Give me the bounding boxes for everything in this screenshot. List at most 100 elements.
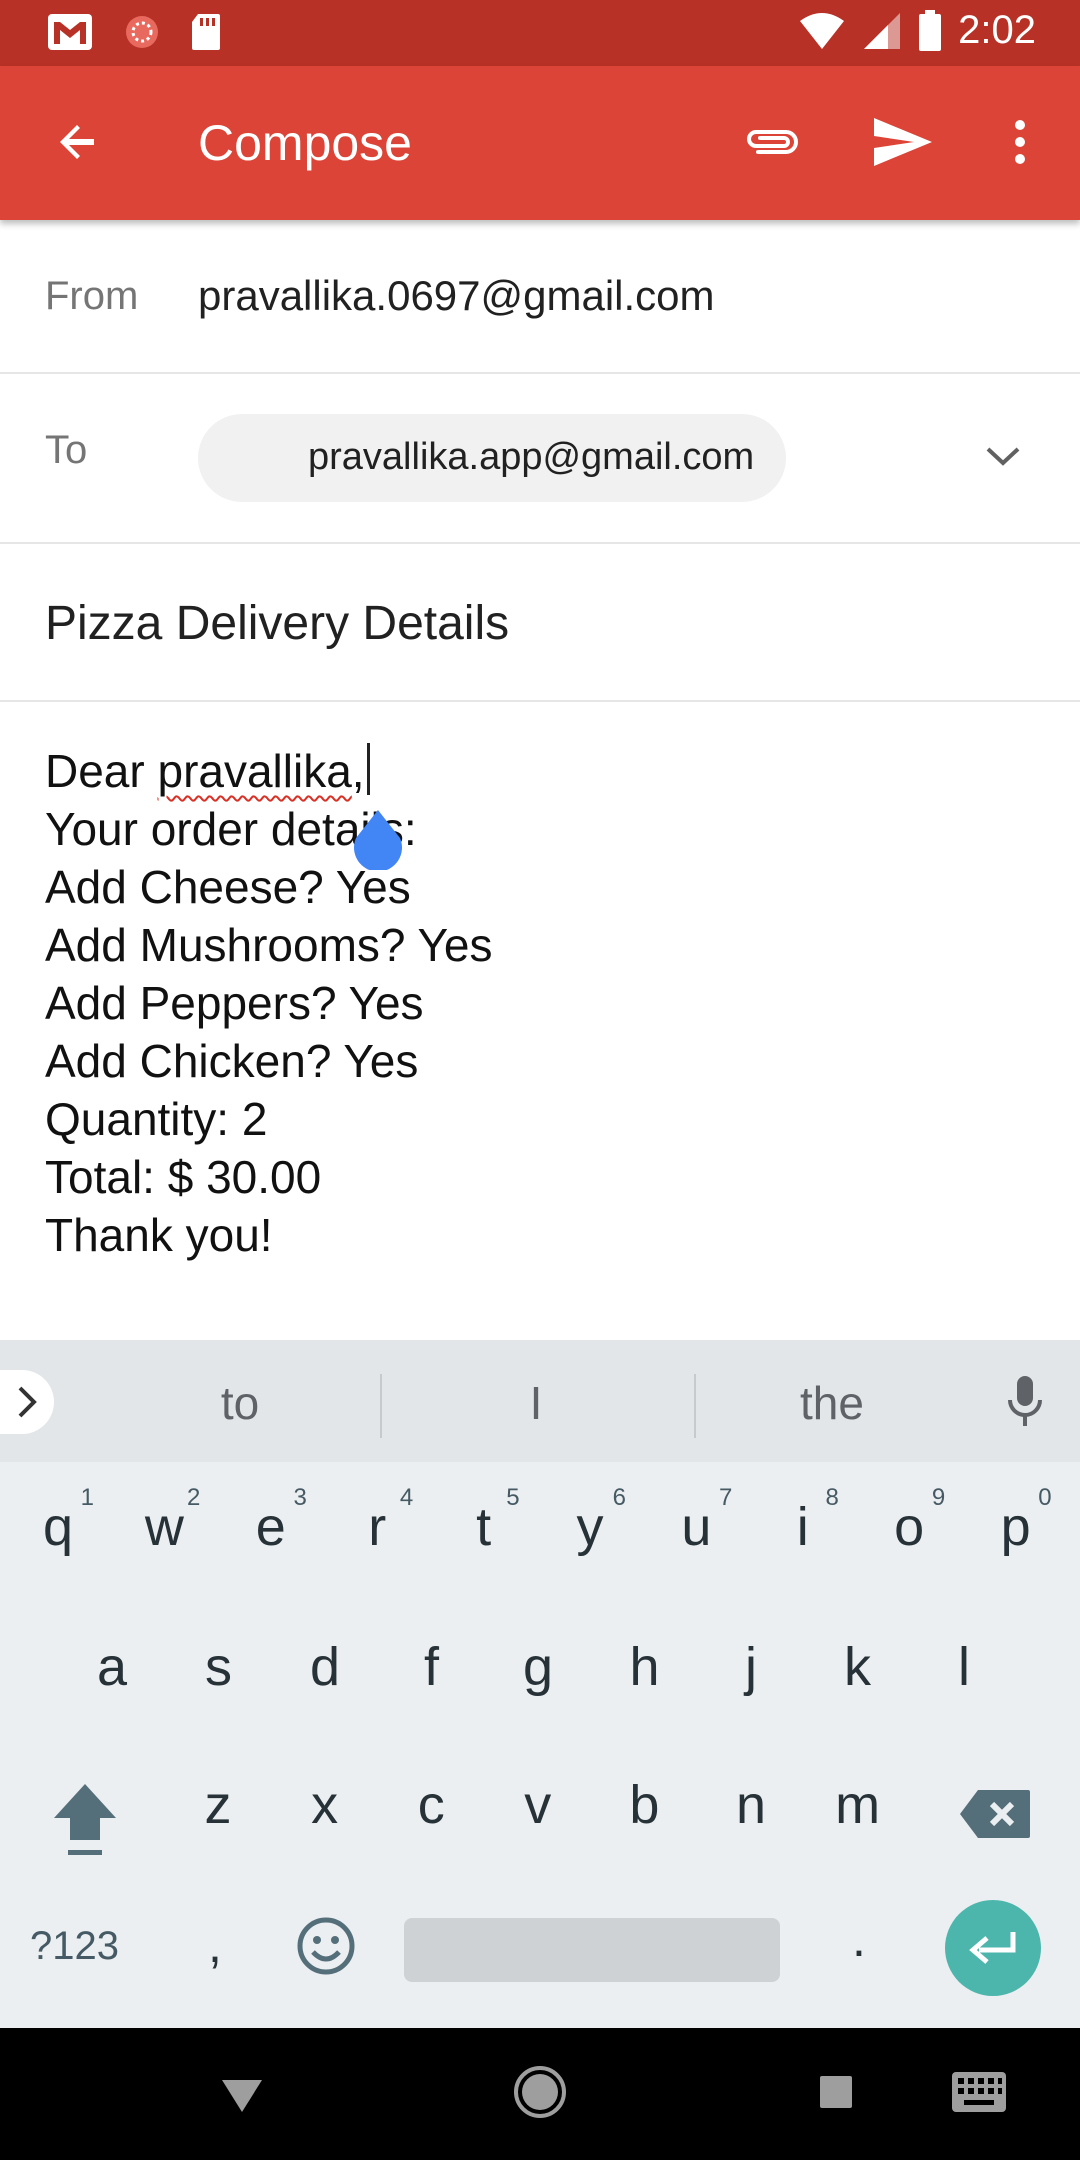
- key-k[interactable]: k: [808, 1602, 908, 1732]
- nav-home-icon[interactable]: [512, 2064, 568, 2120]
- suggestion-strip: to I the: [0, 1340, 1080, 1462]
- nav-recents-icon[interactable]: [818, 2074, 854, 2110]
- key-d[interactable]: d: [275, 1602, 375, 1732]
- key-l[interactable]: l: [914, 1602, 1014, 1732]
- cursor-handle[interactable]: [350, 808, 406, 870]
- emoji-icon[interactable]: [296, 1916, 356, 1976]
- key-a[interactable]: a: [62, 1602, 162, 1732]
- mic-icon[interactable]: [1000, 1372, 1050, 1432]
- key-o[interactable]: o9: [859, 1462, 959, 1592]
- body-line: Thank you!: [45, 1209, 273, 1261]
- misspelled-word[interactable]: pravallika: [157, 745, 351, 797]
- suggestion[interactable]: to: [90, 1376, 390, 1430]
- key-m[interactable]: m: [808, 1740, 908, 1870]
- key-e[interactable]: e3: [221, 1462, 321, 1592]
- key-u[interactable]: u7: [646, 1462, 746, 1592]
- body-line: Add Chicken? Yes: [45, 1035, 419, 1087]
- key-hint-number: 3: [293, 1484, 307, 1511]
- key-label: s: [205, 1637, 232, 1697]
- key-b[interactable]: b: [594, 1740, 694, 1870]
- body-line: Your order details:: [45, 803, 417, 855]
- key-label: m: [835, 1775, 881, 1835]
- body-line: Add Peppers? Yes: [45, 977, 424, 1029]
- subject-row[interactable]: Pizza Delivery Details: [0, 544, 1080, 702]
- subject-field[interactable]: Pizza Delivery Details: [45, 596, 509, 651]
- key-q[interactable]: q1: [8, 1462, 108, 1592]
- to-label: To: [45, 428, 88, 472]
- chevron-down-icon[interactable]: [978, 432, 1028, 482]
- body-line: Add Mushrooms? Yes: [45, 919, 493, 971]
- enter-key[interactable]: [945, 1900, 1041, 1996]
- period-key[interactable]: .: [852, 1910, 866, 1968]
- message-body[interactable]: Dear pravallika, Your order details: Add…: [45, 742, 1035, 1264]
- key-z[interactable]: z: [168, 1740, 268, 1870]
- body-line: Quantity: 2: [45, 1093, 268, 1145]
- key-c[interactable]: c: [381, 1740, 481, 1870]
- sync-icon: [126, 16, 158, 48]
- key-n[interactable]: n: [701, 1740, 801, 1870]
- key-hint-number: 9: [931, 1484, 946, 1511]
- key-label: x: [311, 1775, 339, 1835]
- comma-key[interactable]: ,: [208, 1916, 222, 1974]
- key-w[interactable]: w2: [114, 1462, 214, 1592]
- key-label: a: [96, 1637, 128, 1697]
- key-hint-number: 4: [399, 1484, 414, 1511]
- more-icon[interactable]: [1000, 110, 1040, 174]
- key-label: l: [958, 1637, 970, 1697]
- send-icon[interactable]: [868, 110, 938, 174]
- text-cursor: [366, 743, 370, 795]
- status-bar: 2:02: [0, 0, 1080, 66]
- key-label: j: [745, 1637, 757, 1697]
- key-label: b: [629, 1775, 660, 1835]
- key-x[interactable]: x: [275, 1740, 375, 1870]
- key-r[interactable]: r4: [327, 1462, 427, 1592]
- back-arrow-icon[interactable]: [48, 112, 108, 172]
- key-p[interactable]: p0: [966, 1462, 1066, 1592]
- key-label: d: [309, 1637, 341, 1697]
- notification-icons: [46, 12, 222, 52]
- sd-card-icon: [192, 14, 220, 50]
- body-line: Add Cheese? Yes: [45, 861, 411, 913]
- navigation-bar: [0, 2028, 1080, 2160]
- to-row[interactable]: To pravallika.app@gmail.com: [0, 374, 1080, 544]
- from-account[interactable]: pravallika.0697@gmail.com: [198, 272, 715, 320]
- greeting-line: Dear pravallika,: [45, 742, 1035, 800]
- key-i[interactable]: i8: [753, 1462, 853, 1592]
- key-g[interactable]: g: [488, 1602, 588, 1732]
- body-line: Total: $ 30.00: [45, 1151, 322, 1203]
- shift-icon[interactable]: [50, 1780, 120, 1860]
- key-y[interactable]: y6: [540, 1462, 640, 1592]
- symbols-key[interactable]: ?123: [30, 1924, 119, 1969]
- recipient-chip[interactable]: pravallika.app@gmail.com: [198, 414, 786, 502]
- from-row[interactable]: From pravallika.0697@gmail.com: [0, 220, 1080, 374]
- suggestion[interactable]: the: [682, 1376, 982, 1430]
- key-hint-number: 6: [612, 1484, 626, 1511]
- keyboard-switch-icon[interactable]: [950, 2070, 1008, 2114]
- key-label: n: [735, 1775, 767, 1835]
- signal-icon: [864, 12, 901, 49]
- key-label: g: [522, 1637, 554, 1697]
- from-label: From: [45, 274, 139, 318]
- wifi-icon: [800, 12, 845, 49]
- chevron-right-icon[interactable]: [0, 1370, 54, 1434]
- nav-back-icon[interactable]: [218, 2068, 266, 2116]
- key-t[interactable]: t5: [434, 1462, 534, 1592]
- key-v[interactable]: v: [488, 1740, 588, 1870]
- key-h[interactable]: h: [595, 1602, 695, 1732]
- key-label: c: [417, 1775, 445, 1835]
- keyboard: to I the q1w2e3r4t5y6u7i8o9p0 asdfghjkl …: [0, 1340, 1080, 2028]
- backspace-icon[interactable]: [958, 1788, 1032, 1840]
- attach-icon[interactable]: [740, 110, 804, 174]
- divider: [380, 1374, 382, 1438]
- key-label: v: [524, 1775, 552, 1835]
- key-hint-number: 7: [719, 1484, 733, 1511]
- key-s[interactable]: s: [169, 1602, 269, 1732]
- suggestion[interactable]: I: [386, 1376, 686, 1430]
- space-bar[interactable]: [404, 1918, 780, 1982]
- key-f[interactable]: f: [382, 1602, 482, 1732]
- system-icons: 2:02: [798, 8, 1036, 53]
- clock: 2:02: [958, 8, 1036, 52]
- key-j[interactable]: j: [701, 1602, 801, 1732]
- key-label: z: [204, 1775, 232, 1835]
- recipient-email: pravallika.app@gmail.com: [308, 436, 755, 478]
